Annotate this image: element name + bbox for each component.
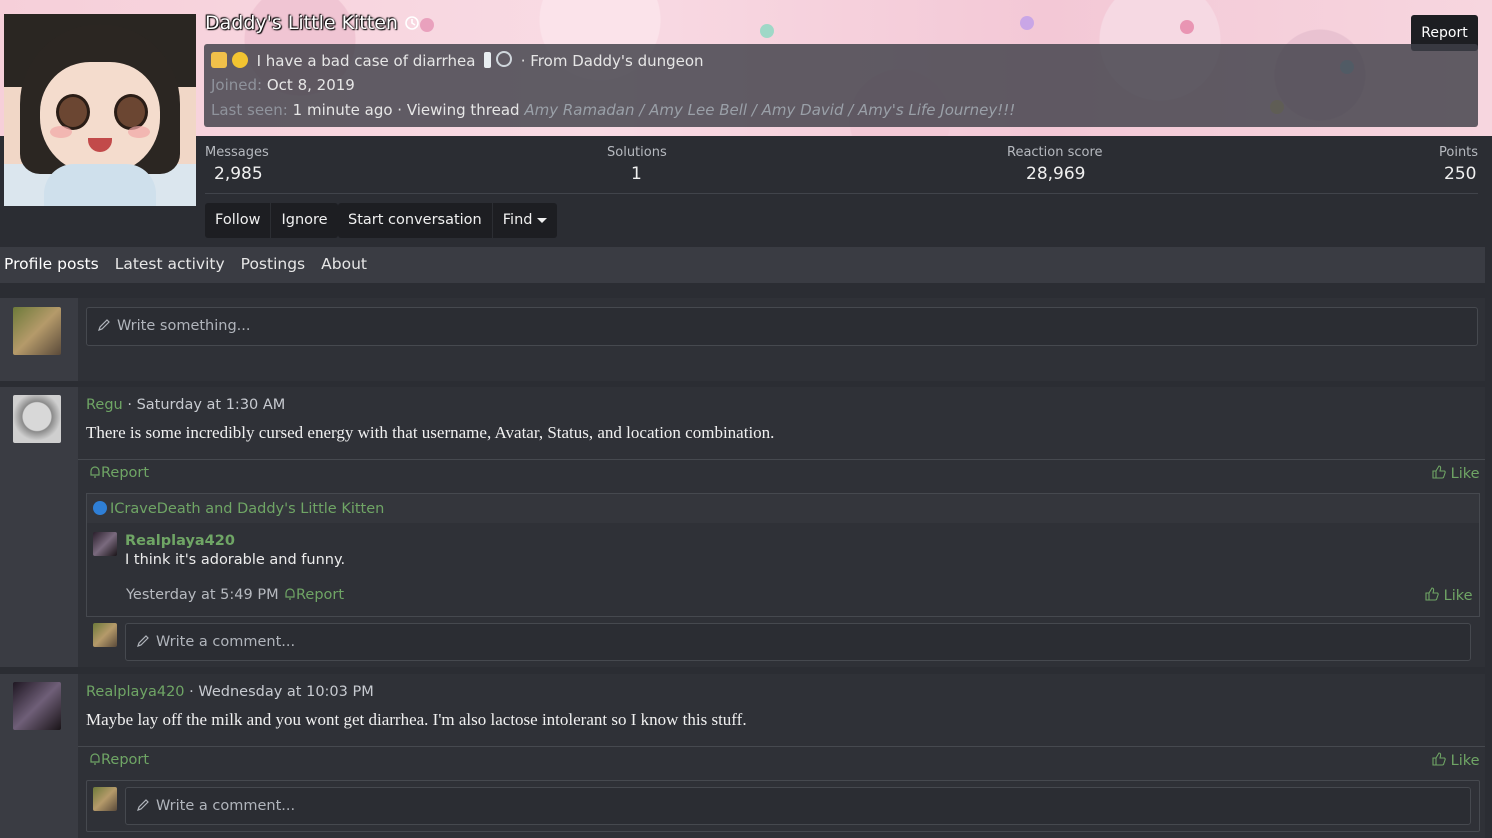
realplaya420-comment-avatar[interactable] — [93, 532, 117, 556]
tab-postings[interactable]: Postings — [241, 247, 305, 283]
emoji-worried-icon — [231, 52, 248, 68]
find-button[interactable]: Find — [493, 203, 558, 238]
comment-1-like-label: Like — [1443, 588, 1473, 604]
stat-solutions-label: Solutions — [607, 145, 667, 160]
profile-tabs: Profile posts Latest activity Postings A… — [0, 247, 1485, 283]
comment-1-report-link[interactable]: Report — [284, 587, 344, 603]
last-seen-label: Last seen: — [211, 101, 288, 119]
thumbs-up-icon — [1432, 465, 1446, 479]
write-something-input[interactable]: Write something... — [86, 307, 1478, 346]
post-2-text: Maybe lay off the milk and you wont get … — [86, 710, 747, 729]
pencil-icon — [137, 799, 149, 811]
profile-info-box: I have a bad case of diarrhea · From Dad… — [204, 44, 1478, 127]
bell-icon — [285, 588, 295, 600]
post-1-time[interactable]: · Saturday at 1:30 AM — [127, 397, 285, 413]
conversation-find-group: Start conversation Find — [338, 203, 558, 238]
post-1-comment-placeholder: Write a comment... — [156, 634, 296, 650]
emoji-family-icon — [211, 52, 227, 68]
post-1-text: There is some incredibly cursed energy w… — [86, 423, 775, 442]
post-1-like-label: Like — [1450, 466, 1480, 482]
comment-1-author-link[interactable]: Realplaya420 — [125, 533, 235, 549]
post-1-author-link[interactable]: Regu — [86, 397, 123, 413]
current-user-avatar[interactable] — [13, 307, 61, 355]
post-1-reactions-text: ICraveDeath and Daddy's Little Kitten — [110, 501, 385, 517]
post-1-report-link[interactable]: Report — [89, 465, 149, 481]
post-2-like-link[interactable]: Like — [1432, 752, 1480, 769]
post-1-reactions-link[interactable]: ICraveDeath and Daddy's Little Kitten — [93, 501, 384, 517]
tab-about[interactable]: About — [321, 247, 367, 283]
comment-1-author: Realplaya420 — [125, 533, 235, 549]
post-1-divider — [78, 459, 1485, 460]
comment-1-report-label: Report — [296, 587, 345, 603]
post-2-report-link[interactable]: Report — [89, 752, 149, 768]
current-user-small-avatar[interactable] — [93, 623, 117, 647]
tab-latest-activity[interactable]: Latest activity — [115, 247, 225, 283]
post-2-time[interactable]: · Wednesday at 10:03 PM — [189, 684, 374, 700]
post-2-divider — [78, 746, 1485, 747]
stats-divider — [205, 193, 1478, 194]
joined-value: Oct 8, 2019 — [266, 76, 355, 94]
stat-points-value[interactable]: 250 — [1444, 164, 1476, 184]
write-something-placeholder: Write something... — [117, 318, 251, 334]
find-label: Find — [502, 212, 533, 228]
location-text: · From Daddy's dungeon — [520, 52, 704, 70]
post-2-author-link[interactable]: Realplaya420 — [86, 684, 185, 700]
stat-messages-label: Messages — [205, 145, 269, 160]
pencil-icon — [137, 635, 149, 647]
post-2-like-label: Like — [1450, 753, 1480, 769]
comment-1-text: I think it's adorable and funny. — [125, 552, 346, 568]
post-1-meta: Regu · Saturday at 1:30 AM — [86, 397, 285, 413]
viewing-label: · Viewing thread — [397, 101, 520, 119]
emoji-magnifier-icon — [495, 51, 512, 67]
like-reaction-icon — [93, 501, 107, 515]
comment-1-like-link[interactable]: Like — [1425, 587, 1473, 604]
last-seen-value: 1 minute ago — [292, 101, 393, 119]
start-conversation-button[interactable]: Start conversation — [338, 203, 493, 238]
current-user-small-avatar[interactable] — [93, 787, 117, 811]
stat-points-label: Points — [1439, 145, 1479, 160]
comment-1-time[interactable]: Yesterday at 5:49 PM — [126, 587, 279, 603]
stat-reaction-label: Reaction score — [1007, 145, 1103, 160]
history-icon — [405, 16, 419, 30]
post-2-write-comment-input[interactable]: Write a comment... — [125, 787, 1471, 825]
post-1-write-comment-input[interactable]: Write a comment... — [125, 623, 1471, 661]
post-1-report-label: Report — [101, 465, 150, 481]
follow-ignore-group: Follow Ignore — [205, 203, 338, 238]
pencil-icon — [98, 319, 110, 331]
post-2-meta: Realplaya420 · Wednesday at 10:03 PM — [86, 684, 374, 700]
realplaya420-avatar[interactable] — [13, 682, 61, 730]
stat-solutions-value[interactable]: 1 — [631, 164, 642, 184]
status-text: I have a bad case of diarrhea — [256, 52, 476, 70]
bell-icon — [90, 466, 100, 478]
tab-profile-posts[interactable]: Profile posts — [4, 247, 99, 283]
post-1-comment-divider — [86, 616, 1478, 617]
post-2-report-label: Report — [101, 752, 150, 768]
stat-reaction-value[interactable]: 28,969 — [1026, 164, 1085, 184]
follow-button[interactable]: Follow — [205, 203, 272, 238]
bell-icon — [90, 753, 100, 765]
profile-username: Daddy's Little Kitten — [205, 12, 420, 34]
thumbs-up-icon — [1425, 587, 1439, 601]
emoji-milk-icon — [484, 52, 492, 68]
viewing-thread-link[interactable]: Amy Ramadan / Amy Lee Bell / Amy David /… — [524, 101, 1015, 119]
ignore-button[interactable]: Ignore — [271, 203, 337, 238]
post-1-like-link[interactable]: Like — [1432, 465, 1480, 482]
stat-messages-value[interactable]: 2,985 — [214, 164, 263, 184]
profile-avatar[interactable] — [4, 14, 196, 206]
caret-down-icon — [537, 217, 548, 223]
joined-label: Joined: — [211, 76, 263, 94]
post-2-comment-placeholder: Write a comment... — [156, 798, 296, 814]
thumbs-up-icon — [1432, 752, 1446, 766]
regu-avatar[interactable] — [13, 395, 61, 443]
